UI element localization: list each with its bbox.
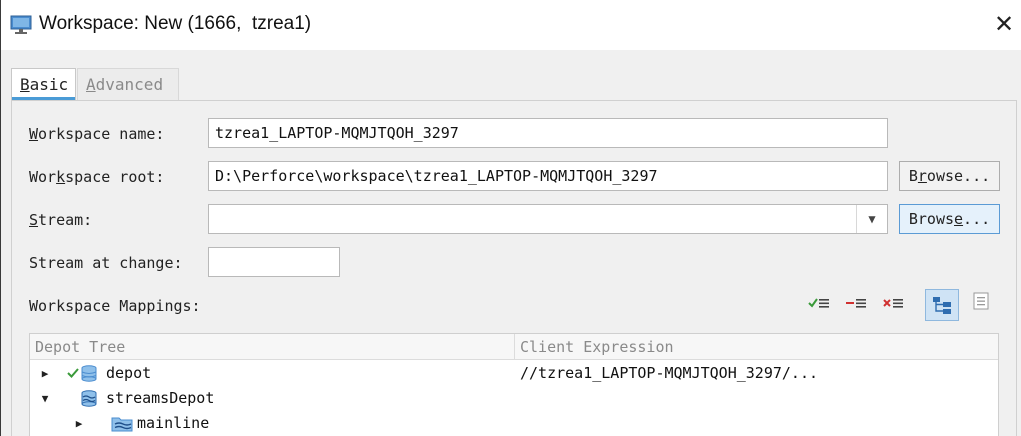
- tree-row-label: mainline: [137, 414, 210, 432]
- window-title: Workspace: New (1666, tzrea1): [39, 13, 312, 34]
- column-header-client-expression[interactable]: Client Expression: [515, 334, 998, 360]
- workspace-root-input[interactable]: D:\Perforce\workspace\tzrea1_LAPTOP-MQMJ…: [208, 161, 888, 191]
- title-bar: Workspace: New (1666, tzrea1) ✕: [1, 0, 1021, 50]
- stream-dropdown[interactable]: ▼: [208, 204, 888, 234]
- column-header-depot-tree[interactable]: Depot Tree: [30, 334, 515, 360]
- include-mapping-icon[interactable]: [805, 292, 833, 318]
- tab-basic-label: asic: [29, 75, 69, 94]
- workspace-name-input[interactable]: tzrea1_LAPTOP-MQMJTQOH_3297: [208, 118, 888, 148]
- stream-at-change-input[interactable]: [208, 247, 340, 277]
- tree-row-label: streamsDepot: [106, 389, 215, 407]
- expand-arrow-icon[interactable]: ▶: [39, 361, 51, 386]
- clear-mapping-icon[interactable]: [879, 292, 907, 318]
- depot-icon: [81, 365, 97, 382]
- stream-folder-icon: [111, 417, 133, 432]
- basic-panel: Workspace name: tzrea1_LAPTOP-MQMJTQOH_3…: [11, 100, 1017, 436]
- tree-view-icon[interactable]: [925, 289, 959, 321]
- stream-depot-icon: [81, 390, 97, 407]
- close-icon[interactable]: ✕: [991, 12, 1017, 38]
- exclude-mapping-icon[interactable]: [842, 292, 870, 318]
- text-view-icon[interactable]: [968, 292, 994, 318]
- workspace-mappings-label: Workspace Mappings:: [29, 297, 201, 315]
- tree-row-mainline[interactable]: ▶ mainline: [30, 411, 998, 436]
- workspace-dialog: Workspace: New (1666, tzrea1) ✕ Basic Ad…: [0, 0, 1021, 436]
- browse-stream-button[interactable]: Browse...: [899, 204, 1000, 234]
- collapse-arrow-icon[interactable]: ▼: [39, 386, 51, 411]
- monitor-icon: [10, 15, 32, 34]
- tab-advanced[interactable]: Advanced: [77, 68, 179, 100]
- tab-basic[interactable]: Basic: [11, 68, 76, 100]
- tab-basic-hotkey: B: [20, 75, 30, 94]
- browse-root-button[interactable]: Browse...: [899, 161, 1000, 191]
- tree-row-streams-depot[interactable]: ▼ streamsDepot: [30, 386, 998, 411]
- tree-row-depot[interactable]: ▶ depot //tzrea1_LAPTOP-MQMJTQOH_3297/..…: [30, 361, 998, 386]
- chevron-down-icon[interactable]: ▼: [856, 205, 887, 233]
- stream-at-change-label: Stream at change:: [29, 254, 183, 272]
- tree-row-label: depot: [106, 364, 152, 382]
- tree-row-expression: //tzrea1_LAPTOP-MQMJTQOH_3297/...: [520, 364, 819, 382]
- expand-arrow-icon[interactable]: ▶: [73, 411, 85, 436]
- check-icon: [67, 368, 79, 378]
- mapping-tree[interactable]: Depot Tree Client Expression ▶ depot //t…: [29, 333, 999, 436]
- tab-advanced-label: dvanced: [95, 75, 164, 94]
- workspace-name-label: Workspace name:: [29, 125, 165, 143]
- workspace-root-label: Workspace root:: [29, 168, 165, 186]
- stream-label: Stream:: [29, 211, 93, 229]
- tab-advanced-hotkey: A: [86, 75, 96, 94]
